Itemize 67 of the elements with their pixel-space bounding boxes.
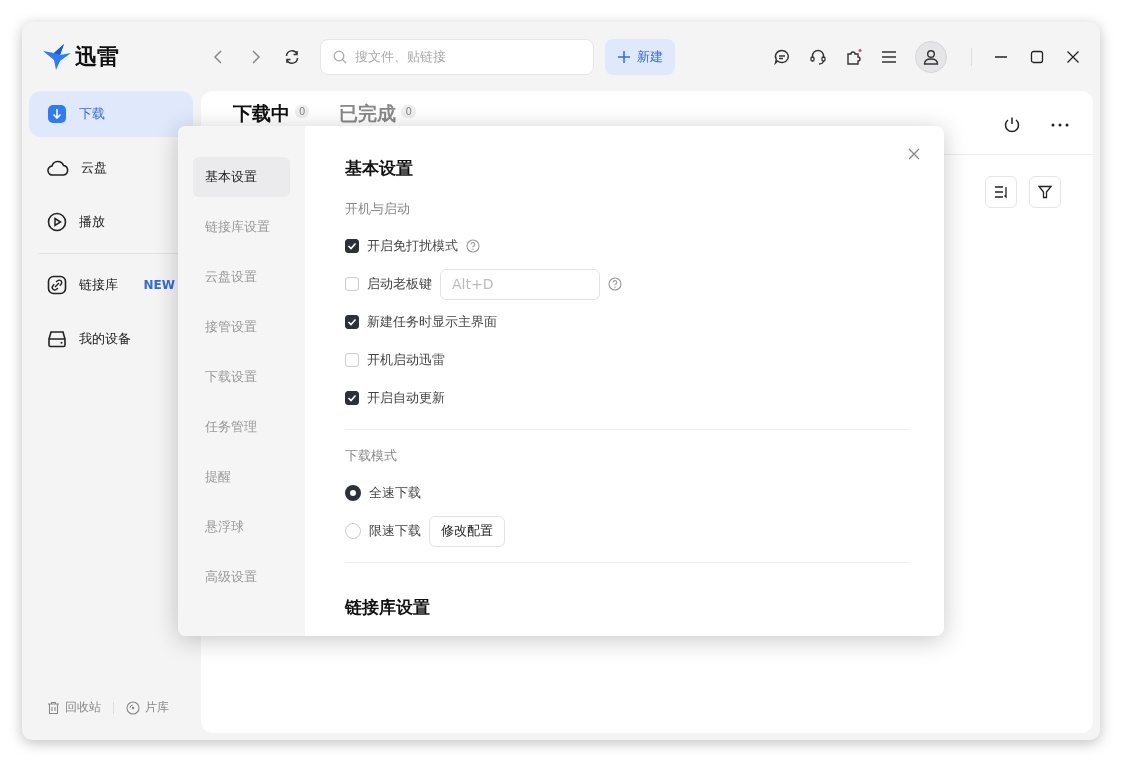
- check-icon: [347, 241, 357, 251]
- settings-title: 基本设置: [345, 157, 414, 180]
- settings-nav-item[interactable]: 基本设置: [193, 157, 290, 197]
- drive-icon: [47, 330, 67, 348]
- sort-button[interactable]: [985, 176, 1017, 208]
- more-icon[interactable]: [1051, 123, 1069, 127]
- check-icon: [347, 317, 357, 327]
- cloud-icon: [47, 159, 69, 177]
- power-icon[interactable]: [1003, 116, 1021, 134]
- puzzle-icon[interactable]: [845, 47, 863, 66]
- plus-icon: [617, 49, 631, 64]
- link-icon: [47, 275, 67, 295]
- settings-nav-item[interactable]: 接管设置: [193, 307, 290, 347]
- download-icon: [47, 104, 67, 124]
- filter-button[interactable]: [1029, 176, 1061, 208]
- modify-config-button[interactable]: 修改配置: [429, 515, 505, 547]
- option-label: 开机启动迅雷: [367, 351, 445, 369]
- sort-icon: [994, 185, 1008, 199]
- trash-icon: [47, 700, 60, 715]
- disc-icon: [126, 700, 140, 715]
- tab[interactable]: 已完成 0: [339, 101, 416, 127]
- sidebar-item[interactable]: 播放: [29, 199, 193, 245]
- headset-icon[interactable]: [809, 47, 827, 66]
- checkbox[interactable]: [345, 239, 359, 253]
- option-label: 启动老板键: [367, 275, 432, 293]
- tab[interactable]: 下载中 0: [233, 101, 310, 127]
- search-icon: [333, 49, 347, 64]
- bird-logo-icon: [42, 42, 72, 71]
- settings-nav-item[interactable]: 提醒: [193, 457, 290, 497]
- menu-icon[interactable]: [881, 49, 897, 64]
- sidebar-item[interactable]: 下载: [29, 91, 193, 137]
- library-link[interactable]: 片库: [126, 699, 169, 716]
- sidebar-item[interactable]: 云盘: [29, 145, 193, 191]
- chat-icon[interactable]: [773, 47, 791, 66]
- option-label: 开启自动更新: [367, 389, 445, 407]
- new-task-button[interactable]: 新建: [605, 38, 675, 75]
- radio-button[interactable]: [345, 485, 361, 501]
- close-icon[interactable]: [1066, 49, 1080, 64]
- section-heading: 下载模式: [345, 447, 398, 465]
- settings-nav-item[interactable]: 云盘设置: [193, 257, 290, 297]
- avatar-icon[interactable]: [915, 40, 947, 73]
- filter-icon: [1038, 185, 1052, 199]
- refresh-icon[interactable]: [284, 48, 300, 65]
- checkbox[interactable]: [345, 391, 359, 405]
- settings-nav-item[interactable]: 下载设置: [193, 357, 290, 397]
- play-icon: [47, 212, 67, 232]
- sidebar-item[interactable]: 链接库 NEW: [29, 262, 193, 308]
- section-heading: 开机与启动: [345, 200, 411, 218]
- option-label: 全速下载: [369, 484, 421, 502]
- settings-nav-item[interactable]: 高级设置: [193, 557, 290, 597]
- option-label: 开启免打扰模式: [367, 237, 458, 255]
- sidebar-item[interactable]: 我的设备: [29, 316, 193, 362]
- checkbox[interactable]: [345, 315, 359, 329]
- recycle-bin-link[interactable]: 回收站: [47, 699, 101, 716]
- app-name: 迅雷: [75, 42, 119, 71]
- settings-nav-item[interactable]: 任务管理: [193, 407, 290, 447]
- section-title: 链接库设置: [345, 596, 431, 619]
- new-label: NEW: [143, 278, 175, 292]
- help-icon[interactable]: [466, 239, 480, 253]
- search-field[interactable]: 搜文件、贴链接: [320, 38, 594, 75]
- maximize-icon[interactable]: [1030, 49, 1044, 64]
- settings-nav-item[interactable]: 悬浮球: [193, 507, 290, 547]
- settings-nav-item[interactable]: 链接库设置: [193, 207, 290, 247]
- option-label: 限速下载: [369, 522, 421, 540]
- option-label: 新建任务时显示主界面: [367, 313, 497, 331]
- help-icon[interactable]: [608, 277, 622, 291]
- check-icon: [347, 393, 357, 403]
